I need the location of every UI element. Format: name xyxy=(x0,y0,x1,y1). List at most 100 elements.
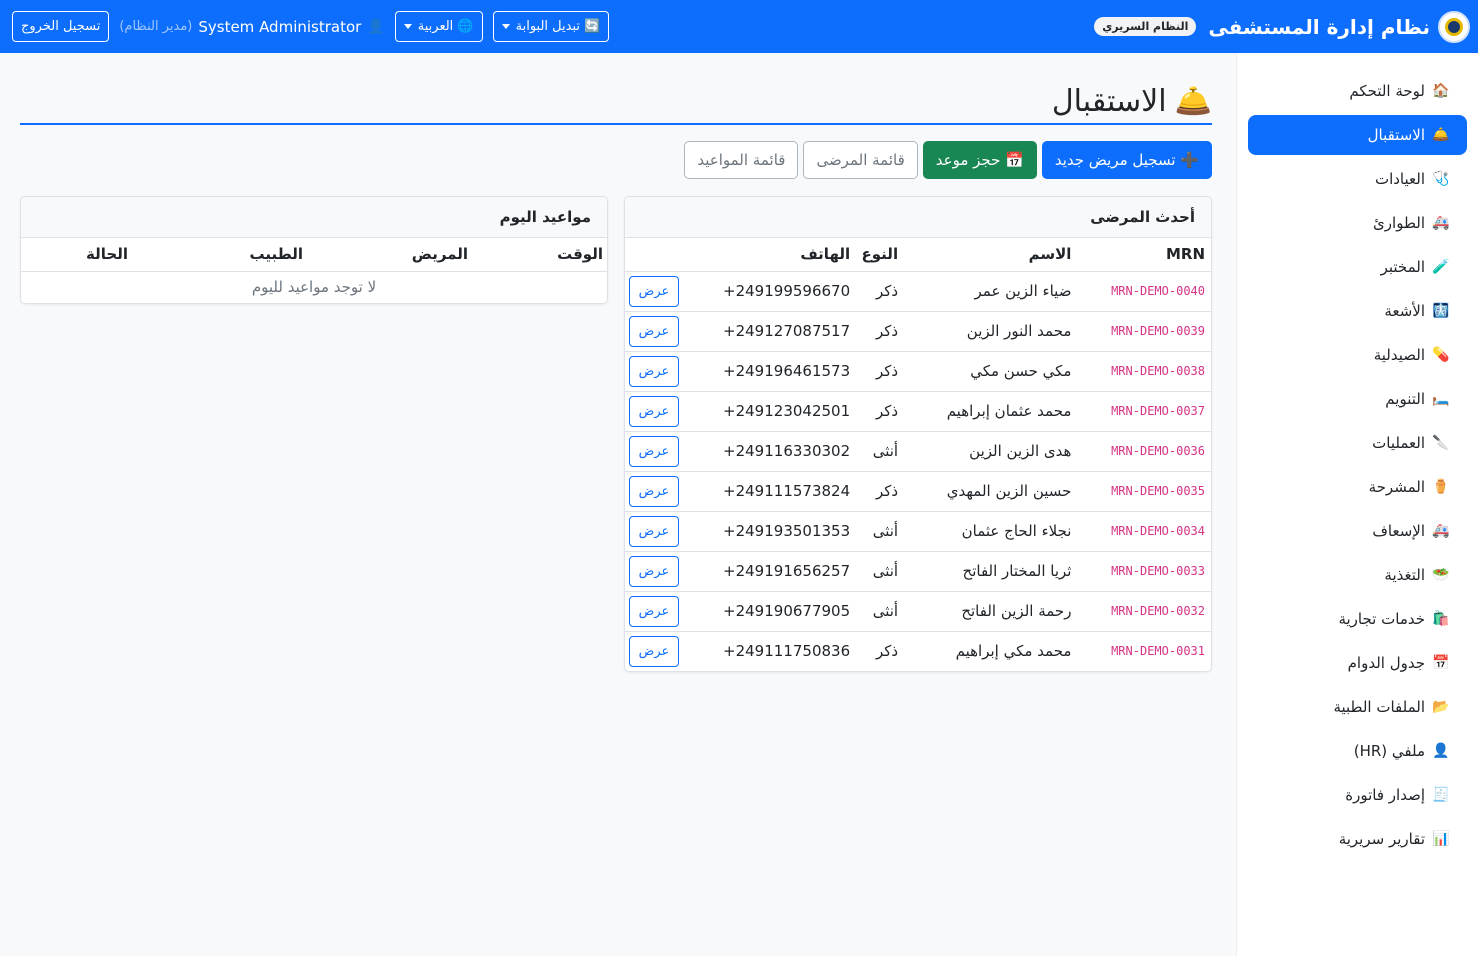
sidebar-item-label: الطوارئ xyxy=(1373,214,1425,232)
patient-phone: +249191656257 xyxy=(719,551,855,592)
patient-phone: +249127087517 xyxy=(719,311,855,352)
table-row: MRN-DEMO-0035 حسين الزين المهدي ذكر +249111… xyxy=(625,471,1211,512)
user-icon: 👤 xyxy=(367,18,385,35)
sidebar-item[interactable]: 🚑 الطوارئ xyxy=(1248,203,1467,243)
sidebar-item[interactable]: 👤 ملفي (HR) xyxy=(1248,731,1467,771)
sidebar-item[interactable]: 🛎️ الاستقبال xyxy=(1248,115,1467,155)
table-row: MRN-DEMO-0037 محمد عثمان إبراهيم ذكر +24912… xyxy=(625,391,1211,432)
column-header-actions xyxy=(625,238,719,272)
actions-cell: عرض xyxy=(625,591,719,632)
sidebar-item[interactable]: 📂 الملفات الطبية xyxy=(1248,687,1467,727)
pill-icon: 💊 xyxy=(1432,347,1450,363)
logout-button[interactable]: تسجيل الخروج xyxy=(12,11,110,42)
sidebar-item[interactable]: 🧪 المختبر xyxy=(1248,247,1467,287)
view-patient-button[interactable]: عرض xyxy=(629,555,679,587)
recent-patients-title: أحدث المرضى xyxy=(625,197,1211,238)
column-header-phone: الهاتف xyxy=(719,238,855,272)
view-patient-button[interactable]: عرض xyxy=(629,395,679,427)
urn-icon: ⚱️ xyxy=(1432,479,1450,495)
main-content: 🛎️ الاستقبال ➕ تسجيل مريض جديد 📅 حجز موع… xyxy=(20,53,1212,672)
patient-gender: أنثى xyxy=(854,511,903,552)
sidebar-item[interactable]: 🚑 الإسعاف xyxy=(1248,511,1467,551)
actions-cell: عرض xyxy=(625,391,719,432)
view-patient-button[interactable]: عرض xyxy=(629,355,679,387)
patient-mrn: MRN-DEMO-0033 xyxy=(1075,551,1211,592)
sidebar-item[interactable]: 🥗 التغذية xyxy=(1248,555,1467,595)
portal-switch-dropdown[interactable]: 🔄 تبديل البوابة xyxy=(492,11,610,42)
sidebar-item[interactable]: 🩻 الأشعة xyxy=(1248,291,1467,331)
view-patient-button[interactable]: عرض xyxy=(629,515,679,547)
ambulance-icon: 🚑 xyxy=(1432,215,1450,231)
salad-icon: 🥗 xyxy=(1432,567,1450,583)
sidebar-item[interactable]: 📊 تقارير سريرية xyxy=(1248,819,1467,859)
book-appointment-button[interactable]: 📅 حجز موعد xyxy=(922,141,1037,179)
table-row: MRN-DEMO-0040 ضياء الزين عمر ذكر +249199596… xyxy=(625,271,1211,312)
table-row: MRN-DEMO-0032 رحمة الزين الفاتح أنثى +24919… xyxy=(625,591,1211,632)
sidebar-item[interactable]: 💊 الصيدلية xyxy=(1248,335,1467,375)
sidebar-item[interactable]: 🔪 العمليات xyxy=(1248,423,1467,463)
brand[interactable]: نظام إدارة المستشفى النظام السريري xyxy=(1094,0,1470,53)
sidebar-item-label: التغذية xyxy=(1384,566,1425,584)
view-patient-button[interactable]: عرض xyxy=(629,435,679,467)
empty-message: لا توجد مواعيد لليوم xyxy=(251,278,377,297)
patient-mrn: MRN-DEMO-0039 xyxy=(1075,311,1211,352)
column-header-doctor: الطبيب xyxy=(132,238,307,272)
todays-appointments-title: مواعيد اليوم xyxy=(21,197,607,238)
sidebar-item[interactable]: 🏠 لوحة التحكم xyxy=(1248,71,1467,111)
patient-mrn: MRN-DEMO-0036 xyxy=(1075,431,1211,472)
patient-name: ضياء الزين عمر xyxy=(902,271,1076,312)
knife-icon: 🔪 xyxy=(1432,435,1450,451)
sidebar-item[interactable]: ⚱️ المشرحة xyxy=(1248,467,1467,507)
actions-cell: عرض xyxy=(625,511,719,552)
patient-mrn: MRN-DEMO-0040 xyxy=(1075,271,1211,312)
view-patient-button[interactable]: عرض xyxy=(629,275,679,307)
patient-gender: ذكر xyxy=(854,351,903,392)
patient-gender: ذكر xyxy=(854,311,903,352)
bed-icon: 🛏️ xyxy=(1432,391,1450,407)
appointment-list-button[interactable]: قائمة المواعيد xyxy=(684,141,799,179)
sidebar-item[interactable]: 🛏️ التنويم xyxy=(1248,379,1467,419)
table-header-row: الوقت المريض الطبيب الحالة xyxy=(21,238,607,272)
patient-phone: +249199596670 xyxy=(719,271,855,312)
sidebar-item-label: الأشعة xyxy=(1384,302,1425,320)
sidebar-item[interactable]: 🧾 إصدار فاتورة xyxy=(1248,775,1467,815)
patient-name: محمد النور الزين xyxy=(902,311,1076,352)
actions-cell: عرض xyxy=(625,631,719,671)
sidebar-item-label: التنويم xyxy=(1385,390,1425,408)
sidebar-item[interactable]: 🩺 العيادات xyxy=(1248,159,1467,199)
actions-cell: عرض xyxy=(625,551,719,592)
patient-name: محمد مكي إبراهيم xyxy=(955,642,1072,661)
patient-gender: أنثى xyxy=(854,591,903,632)
table-row: MRN-DEMO-0034 نجلاء الحاج عثمان أنثى +24919… xyxy=(625,511,1211,552)
patient-phone: +249123042501 xyxy=(719,391,855,432)
table-row: MRN-DEMO-0036 هدى الزين الزين أنثى +2491163… xyxy=(625,431,1211,472)
table-row: MRN-DEMO-0038 مكي حسن مكي ذكر +249196461573… xyxy=(625,351,1211,392)
user-name: System Administrator xyxy=(198,17,362,36)
calendar-icon: 📅 xyxy=(1432,655,1450,671)
view-patient-button[interactable]: عرض xyxy=(629,635,679,667)
view-patient-button[interactable]: عرض xyxy=(629,595,679,627)
sidebar-item-label: لوحة التحكم xyxy=(1349,82,1425,100)
patient-gender: أنثى xyxy=(854,431,903,472)
language-dropdown[interactable]: 🌐 العربية xyxy=(394,11,483,42)
chevron-down-icon xyxy=(403,24,412,29)
user-role: (مدير النظام) xyxy=(119,19,193,34)
sidebar-item-label: الإسعاف xyxy=(1372,522,1425,540)
patient-phone: +249190677905 xyxy=(719,591,855,632)
chevron-down-icon xyxy=(501,24,510,29)
patient-phone: +249196461573 xyxy=(719,351,855,392)
sidebar-item-label: جدول الدوام xyxy=(1347,654,1425,672)
view-patient-button[interactable]: عرض xyxy=(629,475,679,507)
patient-list-button[interactable]: قائمة المرضى xyxy=(803,141,918,179)
sidebar-item[interactable]: 📅 جدول الدوام xyxy=(1248,643,1467,683)
sidebar-item-label: تقارير سريرية xyxy=(1338,830,1425,848)
sidebar-item[interactable]: 🛍️ خدمات تجارية xyxy=(1248,599,1467,639)
register-patient-button[interactable]: ➕ تسجيل مريض جديد xyxy=(1041,141,1212,179)
view-patient-button[interactable]: عرض xyxy=(629,315,679,347)
system-badge: النظام السريري xyxy=(1094,17,1197,36)
sidebar-item-label: ملفي (HR) xyxy=(1353,742,1425,760)
actions-cell: عرض xyxy=(625,351,719,392)
actions-cell: عرض xyxy=(625,431,719,472)
sidebar-item-label: العيادات xyxy=(1374,170,1425,188)
navbar-controls: 🔄 تبديل البوابة 🌐 العربية 👤 System Admin… xyxy=(12,11,610,42)
